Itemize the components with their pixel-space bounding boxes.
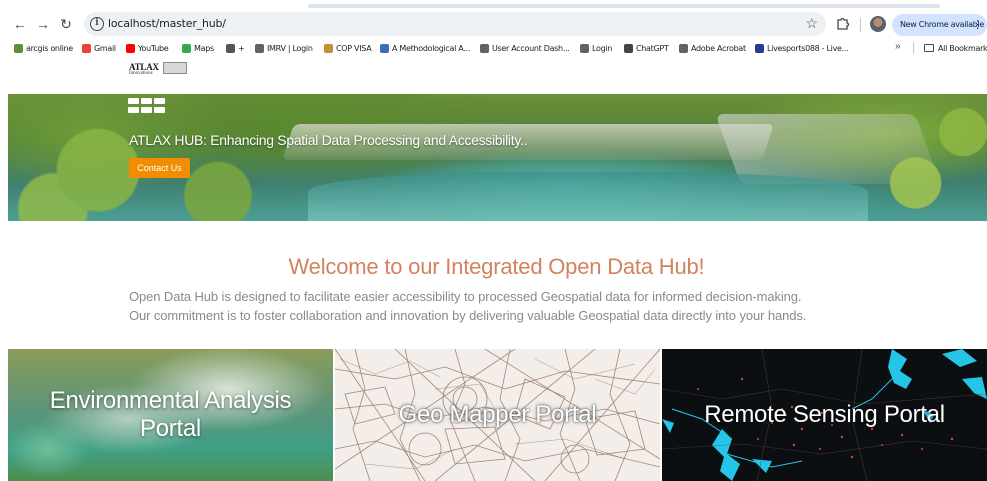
tab-strip bbox=[0, 0, 987, 8]
bookmark-label: Login bbox=[592, 43, 613, 53]
all-bookmarks-label: All Bookmarks bbox=[938, 43, 987, 53]
bookmark-label: ChatGPT bbox=[636, 43, 669, 53]
bookmark-arcgis-online[interactable]: arcgis online bbox=[14, 41, 73, 55]
apps-grid-icon[interactable] bbox=[128, 98, 168, 114]
maps-pin-icon bbox=[182, 43, 191, 53]
bookmark-adobe-acrobat[interactable]: Adobe Acrobat bbox=[679, 41, 746, 55]
more-bookmarks-chevron-icon[interactable]: » bbox=[895, 41, 901, 52]
bookmark-star-icon[interactable]: ☆ bbox=[805, 15, 818, 32]
globe-icon bbox=[679, 43, 688, 53]
folder-icon bbox=[924, 44, 934, 52]
livesports-icon bbox=[755, 43, 764, 53]
bookmark-plus[interactable]: + bbox=[226, 41, 245, 55]
document-icon bbox=[380, 43, 389, 53]
profile-avatar[interactable] bbox=[870, 16, 886, 32]
portal-title: Environmental Analysis Portal bbox=[50, 387, 292, 443]
browser-toolbar: ← → ↻ i localhost/master_hub/ ☆ New Chro… bbox=[0, 8, 987, 38]
bookmark-chatgpt[interactable]: ChatGPT bbox=[624, 41, 669, 55]
address-bar[interactable]: i localhost/master_hub/ ☆ bbox=[84, 12, 826, 36]
bookmark-label: A Methodological A... bbox=[392, 43, 471, 53]
triangle-logo-icon bbox=[226, 43, 235, 53]
bookmark-methodological[interactable]: A Methodological A... bbox=[380, 41, 470, 55]
extensions-puzzle-icon[interactable] bbox=[836, 16, 850, 30]
atlax-logo[interactable]: ATLAX Innovations bbox=[129, 60, 187, 78]
chrome-update-button[interactable]: New Chrome available ⋮ bbox=[892, 14, 987, 36]
hero-title: ATLAX HUB: Enhancing Spatial Data Proces… bbox=[129, 132, 528, 148]
intro-line-1: Open Data Hub is designed to facilitate … bbox=[129, 289, 802, 304]
geo-mapper-portal-card[interactable]: Geo Mapper Portal bbox=[335, 349, 660, 481]
youtube-icon bbox=[126, 43, 135, 53]
bookmark-label: Gmail bbox=[94, 43, 116, 53]
page-content: ATLAX Innovations ATLAX HUB: Enhancing S… bbox=[0, 58, 987, 481]
environmental-analysis-portal-card[interactable]: Environmental Analysis Portal bbox=[8, 349, 333, 481]
bookmarks-divider bbox=[913, 42, 914, 54]
bookmark-imrv-login[interactable]: IMRV | Login bbox=[255, 41, 313, 55]
logo-subtitle: Innovations bbox=[129, 71, 153, 76]
bookmark-label: IMRV | Login bbox=[267, 43, 313, 53]
hero-forest-right bbox=[868, 94, 987, 221]
intro-line-2: Our commitment is to foster collaboratio… bbox=[129, 308, 807, 323]
hero-banner: ATLAX HUB: Enhancing Spatial Data Proces… bbox=[8, 94, 987, 221]
globe-icon bbox=[580, 43, 589, 53]
bookmarks-bar: arcgis online Gmail YouTube Maps + IMRV … bbox=[0, 38, 987, 58]
bookmark-cop-visa[interactable]: COP VISA bbox=[324, 41, 372, 55]
all-bookmarks-button[interactable]: All Bookmarks bbox=[924, 41, 987, 55]
hero-lake bbox=[308, 172, 868, 221]
bookmark-gmail[interactable]: Gmail bbox=[82, 41, 116, 55]
bookmark-label: Maps bbox=[194, 43, 214, 53]
welcome-heading: Welcome to our Integrated Open Data Hub! bbox=[288, 254, 705, 279]
portal-title-line: Portal bbox=[140, 415, 201, 442]
portal-cards: Environmental Analysis Portal Geo Mapper… bbox=[8, 349, 987, 481]
site-info-icon[interactable]: i bbox=[90, 17, 104, 31]
back-arrow-icon[interactable]: ← bbox=[10, 14, 30, 34]
bookmark-youtube[interactable]: YouTube bbox=[126, 41, 169, 55]
bookmark-label: COP VISA bbox=[336, 43, 372, 53]
intro-text: Open Data Hub is designed to facilitate … bbox=[129, 287, 889, 325]
portal-title: Geo Mapper Portal bbox=[398, 401, 597, 428]
bookmark-label: Livesports088 - Live... bbox=[767, 43, 849, 53]
forward-arrow-icon[interactable]: → bbox=[33, 14, 53, 34]
bookmark-label: YouTube bbox=[138, 43, 169, 53]
globe-icon bbox=[480, 43, 489, 53]
contact-us-button[interactable]: Contact Us bbox=[129, 158, 190, 178]
logo-badge bbox=[163, 62, 187, 74]
reload-icon[interactable]: ↻ bbox=[56, 14, 76, 34]
bookmark-label: arcgis online bbox=[26, 43, 73, 53]
portal-title: Remote Sensing Portal bbox=[704, 401, 945, 428]
arcgis-icon bbox=[14, 43, 23, 53]
bookmark-livesports[interactable]: Livesports088 - Live... bbox=[755, 41, 849, 55]
gmail-icon bbox=[82, 43, 91, 53]
toolbar-divider bbox=[860, 18, 861, 32]
url-text[interactable]: localhost/master_hub/ bbox=[108, 17, 226, 30]
kebab-menu-icon[interactable]: ⋮ bbox=[972, 14, 983, 36]
bookmark-maps[interactable]: Maps bbox=[182, 41, 214, 55]
bookmark-label: User Account Dash... bbox=[492, 43, 570, 53]
bookmark-label: + bbox=[238, 43, 245, 53]
globe-icon bbox=[255, 43, 264, 53]
portal-title-line: Environmental Analysis bbox=[49, 387, 292, 414]
chatgpt-icon bbox=[624, 43, 633, 53]
bookmark-user-account[interactable]: User Account Dash... bbox=[480, 41, 570, 55]
bookmark-label: Adobe Acrobat bbox=[691, 43, 746, 53]
cop-logo-icon bbox=[324, 43, 333, 53]
bookmark-login[interactable]: Login bbox=[580, 41, 612, 55]
remote-sensing-portal-card[interactable]: Remote Sensing Portal bbox=[662, 349, 987, 481]
